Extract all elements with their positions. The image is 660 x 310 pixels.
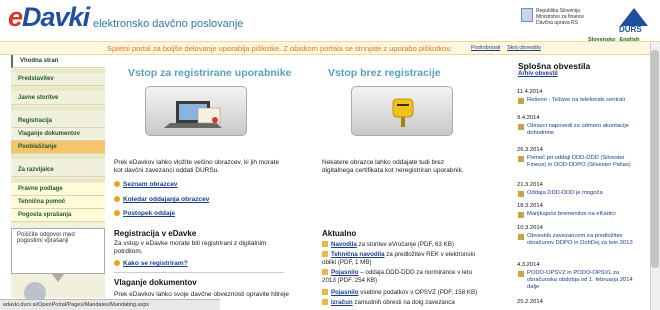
notice-date: 18.3.2014 (517, 203, 543, 209)
news-item: Pojasnilo – oddaja DDD-DDD za normirance… (322, 269, 473, 284)
notice-date: 26.3.2014 (517, 147, 543, 153)
laptop-certificate-icon (164, 101, 222, 128)
notice-icon (518, 98, 524, 104)
bullet-icon (114, 181, 120, 188)
sidebar-item-vlaganje[interactable]: Vlaganje dokumentov (11, 128, 105, 141)
notice-link[interactable]: PODO-OPSVZ in PODO-OPSVL za obračunska o… (527, 270, 645, 291)
notice-date: 21.3.2014 (517, 182, 543, 188)
bullet-icon (114, 210, 120, 217)
bullet-icon (114, 196, 120, 203)
main-content: Vstop za registrirane uporabnike Vstop b… (106, 55, 489, 306)
registered-entry-button[interactable] (145, 86, 247, 136)
unregistered-entry-title: Vstop brez registracije (328, 67, 441, 79)
submission-heading: Vlaganje dokumentov (114, 278, 197, 287)
notice-link[interactable]: Obvestilo zavezancem za predložitev obra… (527, 233, 645, 247)
unregistered-entry-button[interactable] (351, 86, 453, 136)
sidebar-item-predstavitev[interactable]: Predstavitev (11, 73, 105, 86)
notice-icon (518, 271, 524, 277)
notice-icon (518, 212, 524, 218)
sidebar-item-pravne[interactable]: Pravne podlage (11, 183, 105, 196)
submission-procedure-link[interactable]: Postopek oddaje (114, 210, 175, 217)
bubble-tail (52, 274, 64, 282)
notice-link[interactable]: Manjkajoče bremenitve na eKartici (527, 211, 645, 218)
sidebar-item-vprasanja[interactable]: Pogosta vprašanja (11, 209, 105, 222)
right-panel: Splošna obvestila Arhiv obvestil 11.4.20… (504, 55, 660, 305)
mailbox-icon (392, 98, 414, 127)
registered-description: Prek eDavkov lahko vložite večino obrazc… (114, 159, 279, 174)
pdf-icon (322, 241, 328, 248)
notice-icon (518, 191, 524, 197)
sidebar-item-pooblascanje[interactable]: Pooblaščanje (11, 141, 105, 154)
scrollbar-thumb[interactable] (651, 50, 659, 268)
status-bar: edavki.durs.si/OpenPortal/Pages/Mandates… (0, 299, 220, 310)
gov-text: Republika Slovenija Ministrstvo za finan… (536, 8, 585, 26)
notice-date: 9.4.2014 (517, 115, 540, 121)
notice-link[interactable]: Pomoč pri oddaji DDD-DDD (Silvester Fine… (527, 155, 645, 169)
submission-text: Prek eDavkov lahko svoje davčne obveznos… (114, 291, 289, 298)
notice-icon (518, 156, 524, 162)
forms-list-link[interactable]: Seznam obrazcev (114, 181, 178, 188)
edavki-logo[interactable]: eDavki (8, 2, 90, 33)
sidebar-item-razvijalci[interactable]: Za razvijalce (11, 164, 105, 177)
registration-heading: Registracija v eDavke (114, 229, 197, 238)
how-to-register-link[interactable]: Kako se registriram? (114, 260, 188, 267)
header: eDavki elektronsko davčno poslovanje Rep… (0, 0, 660, 36)
notice-date: 11.4.2014 (517, 89, 543, 95)
durs-triangle-icon (620, 8, 648, 26)
pdf-icon (322, 269, 328, 276)
notices-archive-link[interactable]: Arhiv obvestil (518, 71, 558, 77)
tagline: elektronsko davčno poslovanje (93, 18, 244, 30)
pdf-icon (322, 299, 328, 306)
registered-entry-title: Vstop za registrirane uporabnike (128, 67, 292, 79)
forms-calendar-link[interactable]: Koledar oddajanja obrazcev (114, 196, 209, 203)
sidebar-item-javne[interactable]: Javne storitve (11, 92, 105, 105)
pdf-icon (322, 251, 328, 258)
notice-icon (518, 124, 524, 130)
sidebar-item-vhodna[interactable]: Vhodna stran (11, 55, 105, 68)
registration-text: Za vstop v eDavke morate biti registrira… (114, 240, 267, 255)
unregistered-description: Nekatere obrazce lahko oddajate tudi bre… (322, 159, 464, 174)
notice-icon (518, 234, 524, 240)
notice-link[interactable]: Oddaja DDD-DDD je mogoča (527, 190, 645, 197)
notice-date: 4.3.2014 (517, 262, 540, 268)
notice-date: 25.2.2014 (517, 299, 543, 305)
help-text: Poiščite odgovor med pogostimi vprašanji (17, 232, 75, 244)
news-item: Izračun zamudnih obresti na dolg zavezan… (322, 299, 482, 307)
news-item: Tehnična navodila za predložitev REK v e… (322, 251, 475, 266)
news-item: Navodila za storitev eVročanje (PDF, 63 … (322, 241, 482, 249)
pdf-icon (322, 289, 328, 296)
notice-date: 10.3.2014 (517, 225, 543, 231)
notice-link[interactable]: Rešeno - Težave na telefonski centrali (527, 97, 645, 104)
notice-link[interactable]: Obrazci napovedi za odmero akontacije do… (527, 123, 645, 137)
cookie-bar: Spletni portal za boljše delovanje upora… (0, 41, 660, 55)
cookie-message: Spletni portal za boljše delovanje upora… (107, 44, 452, 53)
notices-heading: Splošna obvestila (518, 61, 591, 71)
sidebar-item-registracija[interactable]: Registracija (11, 115, 105, 128)
news-item: Pojasnilo vsebine podatkov v OPSVZ (PDF,… (322, 289, 482, 297)
cookie-details-link[interactable]: Podrobnosti (471, 45, 500, 51)
bullet-icon (114, 260, 120, 267)
help-bubble[interactable]: Poiščite odgovor med pogostimi vprašanji (11, 228, 105, 282)
durs-logo[interactable]: DURS (612, 8, 652, 34)
sidebar-item-tehnicna[interactable]: Tehnična pomoč (11, 196, 105, 209)
divider (114, 272, 284, 273)
news-heading: Aktualno (322, 229, 357, 238)
cookie-hide-link[interactable]: Skrij obvestilo (507, 45, 541, 51)
coat-of-arms-icon (521, 8, 533, 22)
